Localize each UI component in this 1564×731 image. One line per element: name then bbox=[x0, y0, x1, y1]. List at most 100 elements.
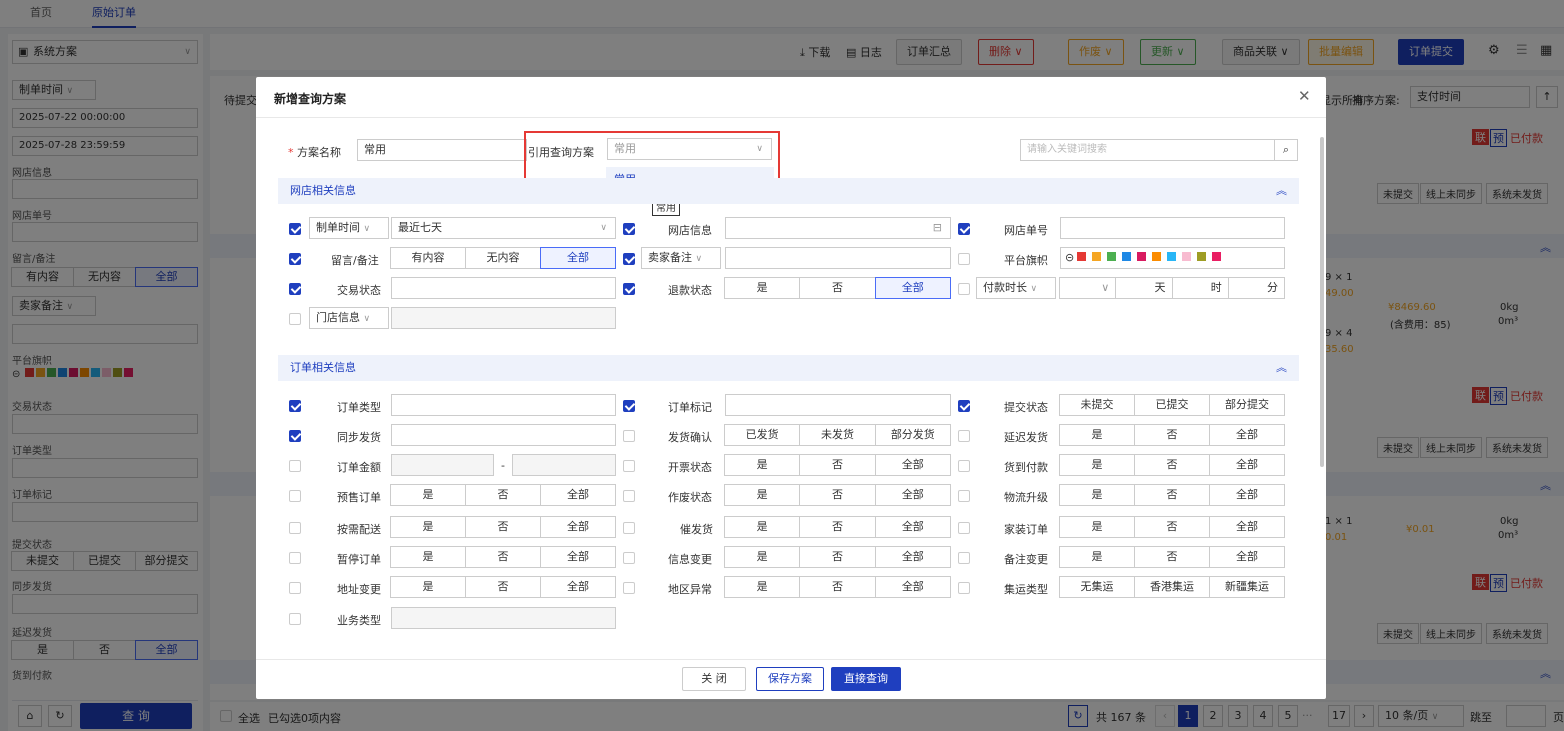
keyword-search-input[interactable]: 请输入关键词搜索 bbox=[1020, 139, 1275, 161]
checkbox[interactable] bbox=[623, 223, 635, 235]
shop-info-input[interactable]: ⊟ bbox=[725, 217, 951, 239]
seg-option[interactable]: 否 bbox=[799, 516, 876, 538]
checkbox[interactable] bbox=[623, 253, 635, 265]
day-input[interactable]: 天 bbox=[1115, 277, 1173, 299]
seg-option[interactable]: 是 bbox=[724, 546, 801, 568]
seller-remark-input[interactable] bbox=[725, 247, 951, 269]
order-type-input[interactable] bbox=[391, 394, 616, 416]
order-mark-input[interactable] bbox=[725, 394, 951, 416]
seg-option[interactable]: 是 bbox=[1059, 516, 1135, 538]
checkbox[interactable] bbox=[623, 430, 635, 442]
checkbox[interactable] bbox=[958, 460, 970, 472]
seg-option[interactable]: 是 bbox=[390, 576, 466, 598]
seg-option[interactable]: 是 bbox=[1059, 454, 1135, 476]
checkbox[interactable] bbox=[958, 430, 970, 442]
seg-option[interactable]: 全部 bbox=[874, 546, 951, 568]
checkbox[interactable] bbox=[958, 283, 970, 295]
seg-option[interactable]: 否 bbox=[799, 576, 876, 598]
checkbox[interactable] bbox=[289, 490, 301, 502]
seg-option[interactable]: 已发货 bbox=[724, 424, 801, 446]
checkbox[interactable] bbox=[958, 253, 970, 265]
seg-option[interactable]: 无集运 bbox=[1059, 576, 1135, 598]
seg-option[interactable]: 否 bbox=[465, 516, 541, 538]
checkbox[interactable] bbox=[289, 400, 301, 412]
seg-option[interactable]: 否 bbox=[465, 484, 541, 506]
seg-option[interactable]: 全部 bbox=[874, 277, 951, 299]
seg-option[interactable]: 是 bbox=[390, 516, 466, 538]
trade-status-input[interactable] bbox=[391, 277, 616, 299]
seg-option[interactable]: 是 bbox=[390, 546, 466, 568]
checkbox[interactable] bbox=[958, 522, 970, 534]
checkbox[interactable] bbox=[289, 223, 301, 235]
pay-duration-select[interactable]: 付款时长 ∨ bbox=[976, 277, 1056, 299]
hour-input[interactable]: 时 bbox=[1171, 277, 1229, 299]
checkbox[interactable] bbox=[623, 522, 635, 534]
seg-option[interactable]: 无内容 bbox=[465, 247, 541, 269]
seg-option[interactable]: 有内容 bbox=[390, 247, 466, 269]
seg-option[interactable]: 全部 bbox=[1209, 424, 1285, 446]
checkbox[interactable] bbox=[958, 582, 970, 594]
seg-option[interactable]: 否 bbox=[1134, 454, 1210, 476]
biz-type-input[interactable] bbox=[391, 607, 616, 629]
seg-option[interactable]: 是 bbox=[724, 454, 801, 476]
checkbox[interactable] bbox=[289, 430, 301, 442]
seg-option[interactable]: 未提交 bbox=[1059, 394, 1135, 416]
seg-option[interactable]: 是 bbox=[390, 484, 466, 506]
seg-option[interactable]: 全部 bbox=[1209, 516, 1285, 538]
seg-option[interactable]: 否 bbox=[799, 484, 876, 506]
seg-option[interactable]: 已提交 bbox=[1134, 394, 1210, 416]
seg-option[interactable]: 部分提交 bbox=[1209, 394, 1285, 416]
seg-option[interactable]: 否 bbox=[1134, 516, 1210, 538]
seg-option[interactable]: 全部 bbox=[540, 484, 616, 506]
shop-no-input[interactable] bbox=[1060, 217, 1285, 239]
time-field-select[interactable]: 制单时间 ∨ bbox=[309, 217, 389, 239]
seg-option[interactable]: 否 bbox=[799, 277, 876, 299]
seg-option[interactable]: 是 bbox=[1059, 546, 1135, 568]
sync-ship-input[interactable] bbox=[391, 424, 616, 446]
seg-option[interactable]: 全部 bbox=[1209, 546, 1285, 568]
seg-option[interactable]: 全部 bbox=[540, 546, 616, 568]
seg-option[interactable]: 是 bbox=[724, 576, 801, 598]
seg-option[interactable]: 否 bbox=[799, 546, 876, 568]
operator-select[interactable]: ∨ bbox=[1059, 277, 1117, 299]
checkbox[interactable] bbox=[958, 490, 970, 502]
seg-option[interactable]: 全部 bbox=[540, 576, 616, 598]
amount-min-input[interactable] bbox=[391, 454, 494, 476]
seg-option[interactable]: 否 bbox=[465, 576, 541, 598]
checkbox[interactable] bbox=[623, 582, 635, 594]
direct-query-button[interactable]: 直接查询 bbox=[831, 667, 901, 691]
seg-option[interactable]: 部分发货 bbox=[874, 424, 951, 446]
checkbox[interactable] bbox=[623, 400, 635, 412]
seg-option[interactable]: 否 bbox=[799, 454, 876, 476]
checkbox[interactable] bbox=[289, 313, 301, 325]
seg-option[interactable]: 否 bbox=[1134, 424, 1210, 446]
close-button[interactable]: 关 闭 bbox=[682, 667, 746, 691]
platform-flag-picker[interactable]: ⊝ bbox=[1060, 247, 1285, 269]
checkbox[interactable] bbox=[289, 522, 301, 534]
search-icon[interactable]: ⌕ bbox=[1274, 139, 1298, 161]
seg-option[interactable]: 全部 bbox=[874, 516, 951, 538]
seg-option[interactable]: 新疆集运 bbox=[1209, 576, 1285, 598]
seg-option[interactable]: 全部 bbox=[874, 576, 951, 598]
seg-option[interactable]: 是 bbox=[724, 277, 801, 299]
checkbox[interactable] bbox=[623, 552, 635, 564]
seg-option[interactable]: 全部 bbox=[874, 454, 951, 476]
section-shop-info[interactable]: 网店相关信息 ︽ bbox=[278, 178, 1299, 204]
scheme-name-input[interactable]: 常用 bbox=[357, 139, 527, 161]
minute-input[interactable]: 分 bbox=[1227, 277, 1285, 299]
checkbox[interactable] bbox=[289, 283, 301, 295]
seg-option[interactable]: 是 bbox=[724, 484, 801, 506]
store-info-select[interactable]: 门店信息 ∨ bbox=[309, 307, 389, 329]
seg-option[interactable]: 全部 bbox=[540, 516, 616, 538]
seg-option[interactable]: 香港集运 bbox=[1134, 576, 1210, 598]
seg-option[interactable]: 全部 bbox=[874, 484, 951, 506]
checkbox[interactable] bbox=[289, 613, 301, 625]
checkbox[interactable] bbox=[289, 253, 301, 265]
checkbox[interactable] bbox=[289, 552, 301, 564]
checkbox[interactable] bbox=[958, 552, 970, 564]
seg-option[interactable]: 否 bbox=[1134, 484, 1210, 506]
save-scheme-button[interactable]: 保存方案 bbox=[756, 667, 824, 691]
amount-max-input[interactable] bbox=[512, 454, 616, 476]
close-icon[interactable]: ✕ bbox=[1298, 87, 1311, 105]
checkbox[interactable] bbox=[623, 460, 635, 472]
